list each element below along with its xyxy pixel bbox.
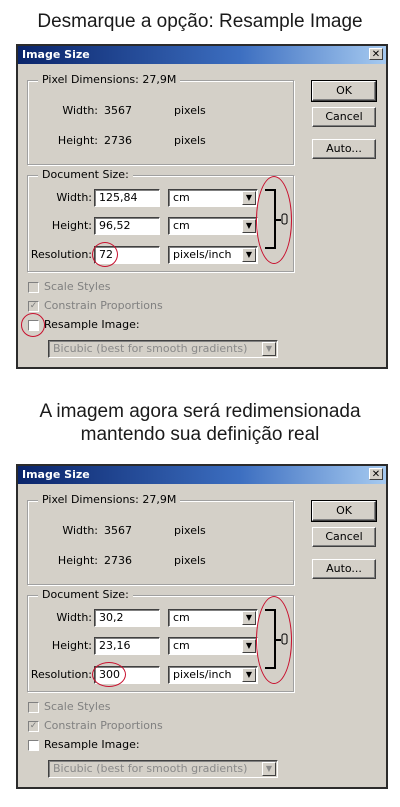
pixel-width-label: Width: <box>62 104 98 117</box>
chevron-down-icon[interactable]: ▼ <box>262 762 276 776</box>
pixel-height-unit: pixels <box>174 134 206 147</box>
resolution-highlight-oval <box>92 662 126 687</box>
pixel-dimensions-legend: Pixel Dimensions: 27,9M <box>38 493 181 506</box>
doc-width-unit-select[interactable]: cm ▼ <box>168 189 258 207</box>
scale-styles-checkbox[interactable] <box>28 282 39 293</box>
pixel-dimensions-legend: Pixel Dimensions: 27,9M <box>38 73 181 86</box>
resolution-unit-select[interactable]: pixels/inch ▼ <box>168 666 258 684</box>
pixel-height-label: Height: <box>57 554 98 567</box>
doc-height-label: Height: <box>51 219 92 232</box>
doc-height-unit-select[interactable]: cm ▼ <box>168 217 258 235</box>
resample-image-checkbox[interactable] <box>28 740 39 751</box>
doc-width-unit-select[interactable]: cm ▼ <box>168 609 258 627</box>
resolution-unit-value: pixels/inch <box>173 248 232 261</box>
constrain-proportions-label: Constrain Proportions <box>44 719 163 732</box>
resample-method-value: Bicubic (best for smooth gradients) <box>53 762 248 775</box>
chevron-down-icon[interactable]: ▼ <box>242 668 256 682</box>
doc-width-label: Width: <box>56 611 92 624</box>
document-size-legend: Document Size: <box>38 168 133 181</box>
pixel-width-label: Width: <box>62 524 98 537</box>
pixel-width-value: 3567 <box>104 104 132 117</box>
doc-width-label: Width: <box>56 191 92 204</box>
close-icon[interactable]: ✕ <box>369 468 383 480</box>
pixel-width-unit: pixels <box>174 104 206 117</box>
resample-method-value: Bicubic (best for smooth gradients) <box>53 342 248 355</box>
resample-checkbox-highlight-oval <box>21 313 45 337</box>
resample-image-label: Resample Image: <box>44 738 140 751</box>
auto-button[interactable]: Auto... <box>312 139 376 159</box>
resample-method-select[interactable]: Bicubic (best for smooth gradients) ▼ <box>48 760 278 778</box>
pixel-height-value: 2736 <box>104 134 132 147</box>
resolution-label: Resolution: <box>30 248 92 261</box>
chevron-down-icon[interactable]: ▼ <box>262 342 276 356</box>
document-size-group: Document Size: Width: 30,2 cm ▼ Height: … <box>27 588 294 692</box>
doc-height-unit-select[interactable]: cm ▼ <box>168 637 258 655</box>
image-size-dialog: Image Size ✕ Pixel Dimensions: 27,9M Wid… <box>16 464 388 789</box>
resolution-unit-select[interactable]: pixels/inch ▼ <box>168 246 258 264</box>
scale-styles-label: Scale Styles <box>44 700 111 713</box>
caption-result-line2: mantendo sua definição real <box>80 424 320 445</box>
chevron-down-icon[interactable]: ▼ <box>242 611 256 625</box>
dialog-title: Image Size <box>22 468 90 481</box>
dialog-title-bar[interactable]: Image Size ✕ <box>18 466 386 484</box>
resample-method-select[interactable]: Bicubic (best for smooth gradients) ▼ <box>48 340 278 358</box>
chevron-down-icon[interactable]: ▼ <box>242 639 256 653</box>
caption-uncheck-resample: Desmarque a opção: Resample Image <box>37 11 363 32</box>
doc-height-input[interactable]: 23,16 <box>94 637 160 655</box>
dialog-title: Image Size <box>22 48 90 61</box>
pixel-dimensions-group: Pixel Dimensions: 27,9M Width: 3567 pixe… <box>27 493 294 585</box>
image-size-dialog: Image Size ✕ Pixel Dimensions: 27,9M Wid… <box>16 44 388 369</box>
doc-width-unit-value: cm <box>173 611 190 624</box>
document-size-group: Document Size: Width: 125,84 cm ▼ Height… <box>27 168 294 272</box>
chevron-down-icon[interactable]: ▼ <box>242 248 256 262</box>
doc-height-label: Height: <box>51 639 92 652</box>
pixel-height-label: Height: <box>57 134 98 147</box>
constrain-proportions-checkbox[interactable]: ✓ <box>28 721 39 732</box>
resolution-unit-value: pixels/inch <box>173 668 232 681</box>
resample-image-label: Resample Image: <box>44 318 140 331</box>
chevron-down-icon[interactable]: ▼ <box>242 191 256 205</box>
cancel-button[interactable]: Cancel <box>312 107 376 127</box>
doc-width-unit-value: cm <box>173 191 190 204</box>
pixel-height-unit: pixels <box>174 554 206 567</box>
cancel-button[interactable]: Cancel <box>312 527 376 547</box>
auto-button[interactable]: Auto... <box>312 559 376 579</box>
pixel-width-value: 3567 <box>104 524 132 537</box>
ok-button[interactable]: OK <box>311 80 377 102</box>
doc-height-unit-value: cm <box>173 219 190 232</box>
pixel-dimensions-group: Pixel Dimensions: 27,9M Width: 3567 pixe… <box>27 73 294 165</box>
document-size-legend: Document Size: <box>38 588 133 601</box>
chevron-down-icon[interactable]: ▼ <box>242 219 256 233</box>
doc-height-input[interactable]: 96,52 <box>94 217 160 235</box>
resolution-highlight-oval <box>92 242 118 267</box>
pixel-height-value: 2736 <box>104 554 132 567</box>
doc-width-input[interactable]: 125,84 <box>94 189 160 207</box>
link-highlight-oval <box>256 176 292 264</box>
close-icon[interactable]: ✕ <box>369 48 383 60</box>
doc-width-input[interactable]: 30,2 <box>94 609 160 627</box>
resolution-label: Resolution: <box>30 668 92 681</box>
doc-height-unit-value: cm <box>173 639 190 652</box>
caption-result: A imagem agora será redimensionada mante… <box>0 400 400 446</box>
caption-result-line1: A imagem agora será redimensionada <box>39 401 361 422</box>
scale-styles-label: Scale Styles <box>44 280 111 293</box>
link-highlight-oval <box>256 596 292 684</box>
ok-button[interactable]: OK <box>311 500 377 522</box>
pixel-width-unit: pixels <box>174 524 206 537</box>
scale-styles-checkbox[interactable] <box>28 702 39 713</box>
constrain-proportions-label: Constrain Proportions <box>44 299 163 312</box>
dialog-title-bar[interactable]: Image Size ✕ <box>18 46 386 64</box>
constrain-proportions-checkbox[interactable]: ✓ <box>28 301 39 312</box>
